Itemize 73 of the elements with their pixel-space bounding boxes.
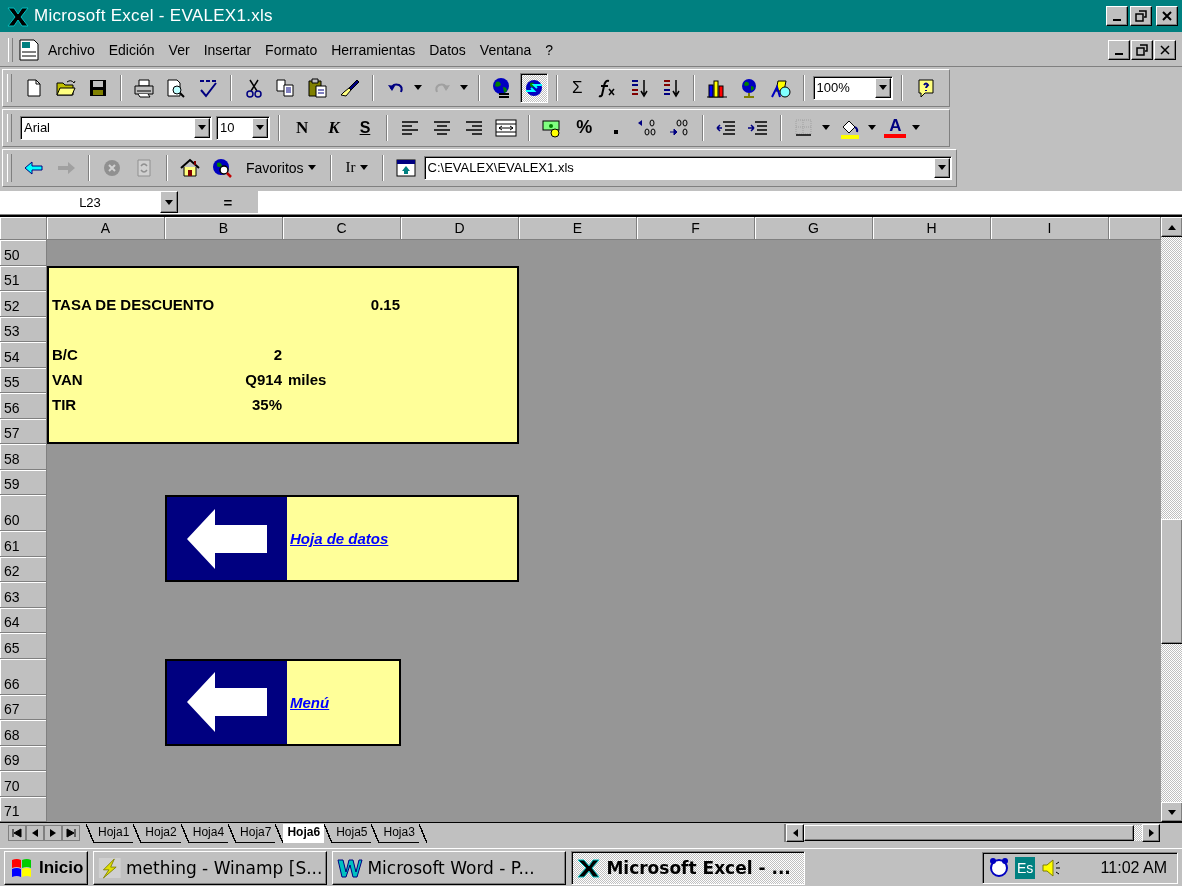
row-header[interactable]: 54 <box>0 342 47 368</box>
italic-button[interactable]: K <box>320 117 348 138</box>
row-header[interactable]: 52 <box>0 291 47 317</box>
row-header[interactable]: 69 <box>0 745 47 771</box>
row-header[interactable]: 61 <box>0 531 47 557</box>
row-header[interactable]: 66 <box>0 658 47 695</box>
font-size-field[interactable]: 10 <box>216 115 270 140</box>
row-label: TIR <box>51 395 77 416</box>
column-header[interactable]: C <box>283 217 401 240</box>
zoom-field[interactable]: 100% <box>812 75 893 100</box>
sheet-tab[interactable]: Hoja6 <box>283 823 325 843</box>
row-header[interactable]: 56 <box>0 393 47 419</box>
row-header[interactable]: 51 <box>0 265 47 291</box>
row-header[interactable]: 59 <box>0 469 47 495</box>
column-header[interactable]: B <box>165 217 283 240</box>
row-header[interactable]: 67 <box>0 694 47 720</box>
font-color-button[interactable]: A <box>882 117 909 139</box>
row-header[interactable]: 55 <box>0 367 47 393</box>
hyperlink[interactable]: Menú <box>287 660 399 744</box>
row-label: B/C <box>51 345 78 366</box>
menu-item[interactable]: Archivo <box>41 40 102 61</box>
underline-button[interactable]: S <box>351 118 379 137</box>
row-header[interactable]: 70 <box>0 771 47 797</box>
column-header[interactable]: H <box>873 217 991 240</box>
language-indicator[interactable]: Es <box>1015 856 1036 879</box>
menu-item[interactable]: Insertar <box>196 40 259 61</box>
favorites-menu[interactable]: Favoritos <box>240 159 322 176</box>
cell-value: 35% <box>251 395 283 416</box>
taskbar-button[interactable]: Microsoft Word - P... <box>332 850 567 885</box>
taskbar-button[interactable]: Microsoft Excel - ... <box>571 850 806 885</box>
menu-item[interactable]: Ver <box>161 40 197 61</box>
column-header[interactable]: I <box>991 217 1109 240</box>
nav-button[interactable]: Menú <box>165 658 401 746</box>
column-header[interactable]: G <box>755 217 873 240</box>
window-title: Microsoft Excel - EVALEX1.xls <box>34 6 274 27</box>
column-header[interactable]: D <box>401 217 519 240</box>
row-header[interactable]: 50 <box>0 240 47 266</box>
row-header[interactable]: 53 <box>0 316 47 342</box>
percent-button[interactable]: % <box>570 117 599 139</box>
column-header[interactable]: A <box>47 217 165 240</box>
clock: 11:02 AM <box>1100 858 1167 877</box>
row-header[interactable]: 68 <box>0 720 47 746</box>
row-label: TASA DE DESCUENTO <box>51 295 215 316</box>
cell-value: Q914 <box>245 370 283 391</box>
menu-item[interactable]: ? <box>538 40 560 61</box>
start-button[interactable]: Inicio <box>4 850 89 885</box>
row-header[interactable]: 65 <box>0 633 47 659</box>
cell-value: 0.15 <box>369 295 401 316</box>
cell-value: miles <box>287 370 328 391</box>
address-field[interactable]: C:\EVALEX\EVALEX1.xls <box>423 155 952 180</box>
cell-value: 2 <box>273 345 283 366</box>
autosum-button[interactable]: Σ <box>566 77 589 98</box>
row-header[interactable]: 60 <box>0 495 47 531</box>
menu-item[interactable]: Datos <box>422 40 473 61</box>
nav-button[interactable]: Hoja de datos <box>165 495 519 582</box>
go-menu[interactable]: Ir <box>339 159 374 177</box>
column-header[interactable]: E <box>519 217 637 240</box>
menu-item[interactable]: Ventana <box>472 40 539 61</box>
bold-button[interactable]: N <box>288 117 317 138</box>
row-header[interactable]: 64 <box>0 607 47 633</box>
row-header[interactable]: 71 <box>0 796 47 822</box>
menu-item[interactable]: Formato <box>258 40 325 61</box>
row-header[interactable]: 57 <box>0 418 47 444</box>
menu-item[interactable]: Edición <box>101 40 162 61</box>
font-name-field[interactable]: Arial <box>20 115 212 140</box>
menu-item[interactable]: Herramientas <box>324 40 423 61</box>
column-header[interactable]: F <box>637 217 755 240</box>
row-header[interactable]: 58 <box>0 444 47 470</box>
row-label: VAN <box>51 370 83 391</box>
hyperlink[interactable]: Hoja de datos <box>287 497 517 580</box>
taskbar-button[interactable]: mething - Winamp [S... <box>93 850 328 885</box>
row-header[interactable]: 63 <box>0 582 47 608</box>
row-header[interactable]: 62 <box>0 556 47 582</box>
